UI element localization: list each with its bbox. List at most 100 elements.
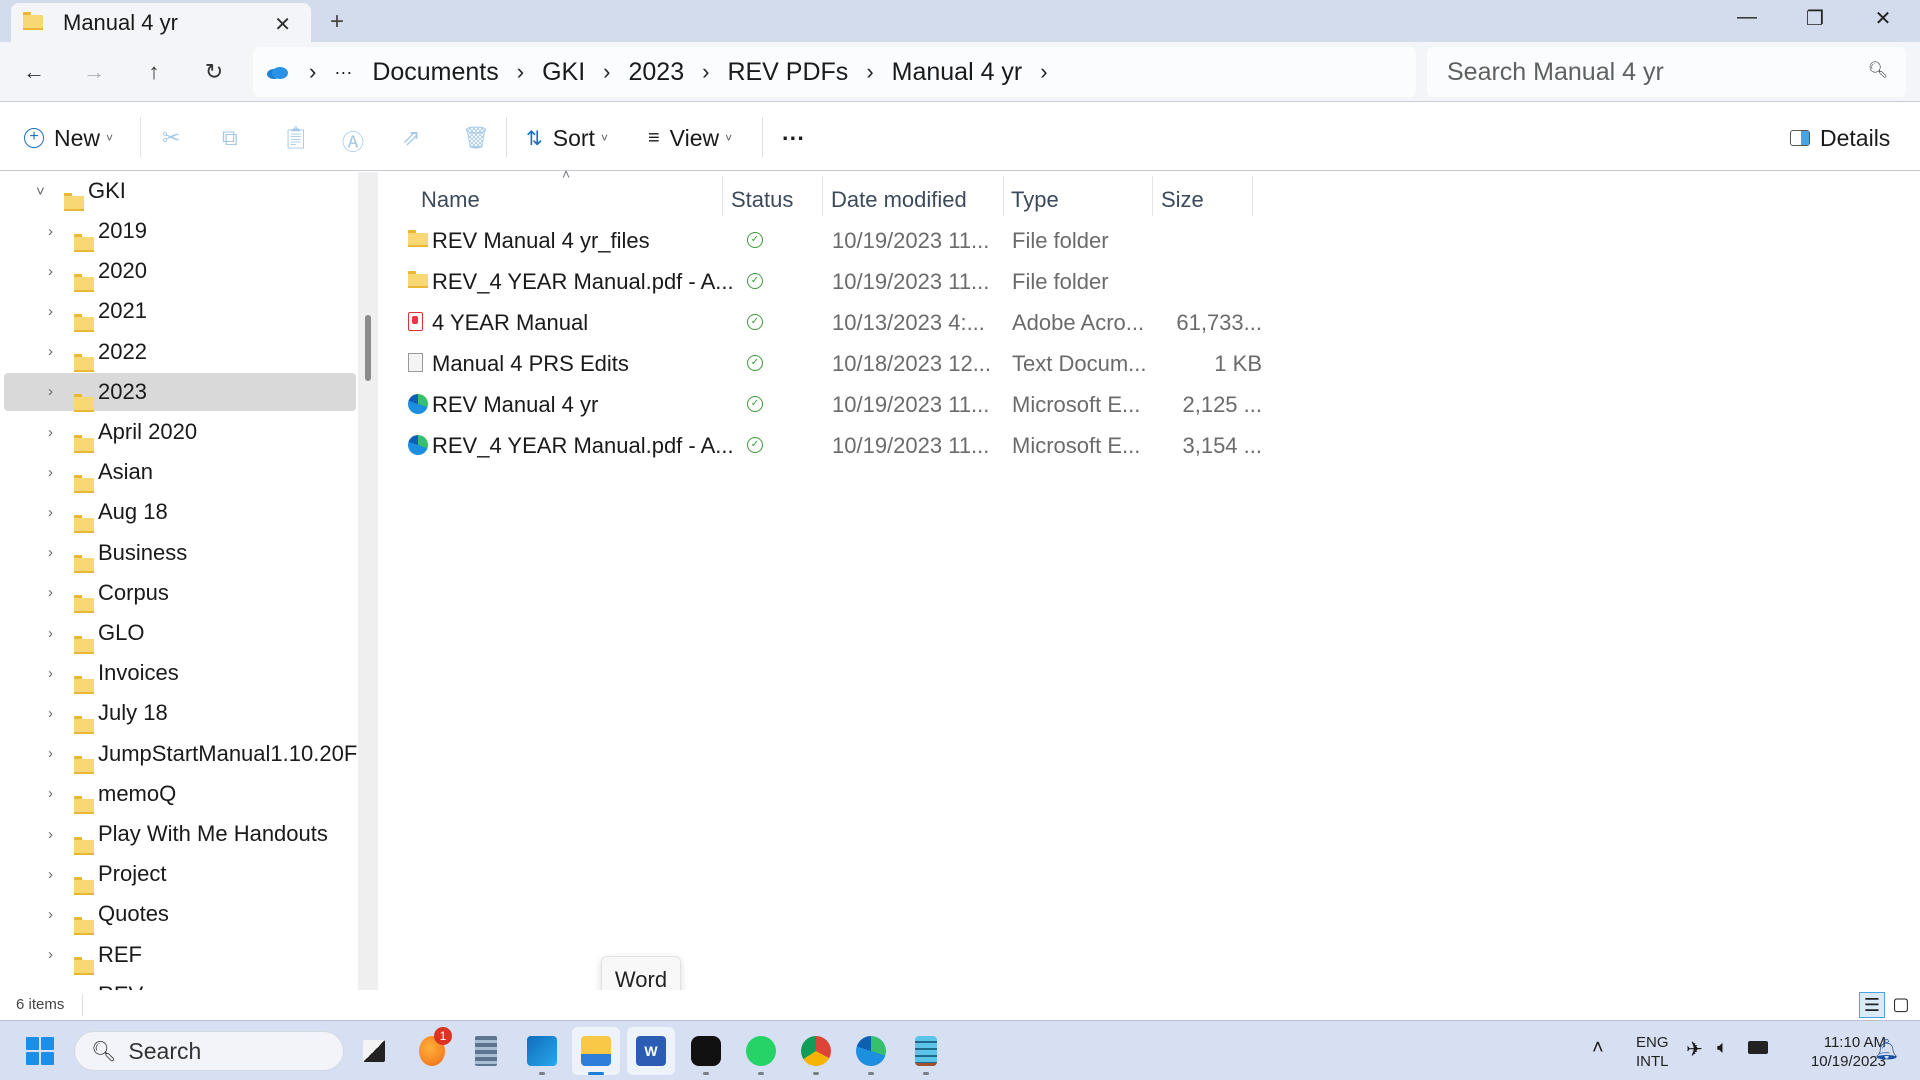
breadcrumb-gki[interactable]: GKI xyxy=(542,58,585,87)
column-divider[interactable] xyxy=(822,176,823,216)
system-clock[interactable]: 11:10 AM 10/19/2023 xyxy=(1776,1033,1886,1071)
tree-item[interactable]: › GLO xyxy=(4,614,356,654)
copy-icon[interactable]: ⧉ xyxy=(222,125,238,151)
close-window-button[interactable]: ✕ xyxy=(1858,6,1908,31)
address-bar[interactable]: › ··· Documents › GKI › 2023 › REV PDFs … xyxy=(253,47,1416,97)
tree-item[interactable]: › 2022 xyxy=(4,333,356,373)
chevron-right-icon[interactable]: › xyxy=(48,303,53,320)
language-indicator[interactable]: ENG INTL xyxy=(1636,1033,1669,1071)
tree-item[interactable]: › JumpStartManual1.10.20FIN xyxy=(4,735,358,775)
edge-app[interactable] xyxy=(847,1027,895,1075)
delete-icon[interactable]: 🗑︎ xyxy=(462,125,490,151)
new-button[interactable]: + New ˅ xyxy=(24,121,113,155)
search-icon[interactable]: 🔍︎ xyxy=(1868,60,1888,80)
view-button[interactable]: ≡ View ˅ xyxy=(648,121,732,155)
chevron-right-icon[interactable]: › xyxy=(48,906,53,923)
sidebar-scroll-thumb[interactable] xyxy=(365,315,371,381)
breadcrumb-documents[interactable]: Documents xyxy=(372,58,498,87)
tree-item[interactable]: › Project xyxy=(4,855,356,895)
column-header-size[interactable]: Size xyxy=(1161,182,1204,218)
column-header-type[interactable]: Type xyxy=(1011,182,1059,218)
tree-item[interactable]: › Business xyxy=(4,534,356,574)
back-arrow-icon[interactable]: ← xyxy=(18,56,50,88)
new-tab-icon[interactable]: + xyxy=(330,8,344,36)
file-row[interactable]: REV Manual 4 yr ✓ 10/19/2023 11... Microsof… xyxy=(400,386,1630,424)
forward-arrow-icon[interactable]: → xyxy=(78,56,110,88)
webex-app[interactable] xyxy=(682,1027,730,1075)
breadcrumb-2023[interactable]: 2023 xyxy=(629,58,685,87)
chevron-down-icon[interactable]: ˅ xyxy=(36,183,45,200)
chevron-right-icon[interactable]: › xyxy=(48,263,53,280)
refresh-icon[interactable]: ↻ xyxy=(198,56,230,88)
restore-button[interactable]: ❐ xyxy=(1790,6,1840,31)
chevron-right-icon[interactable]: › xyxy=(48,745,53,762)
tree-item[interactable]: › April 2020 xyxy=(4,413,356,453)
sidebar-scrollbar[interactable] xyxy=(358,172,378,990)
column-divider[interactable] xyxy=(1152,176,1153,216)
chevron-right-icon[interactable]: › xyxy=(48,464,53,481)
tree-item[interactable]: › Asian xyxy=(4,453,356,493)
column-header-date-modified[interactable]: Date modified xyxy=(831,182,967,218)
breadcrumb-manual-4-yr[interactable]: Manual 4 yr xyxy=(892,58,1023,87)
file-row[interactable]: Manual 4 PRS Edits ✓ 10/18/2023 12... Text … xyxy=(400,345,1630,383)
breadcrumb-chevron-icon[interactable]: › xyxy=(866,59,873,85)
calculator-app[interactable] xyxy=(462,1027,510,1075)
details-pane-button[interactable]: Details xyxy=(1790,121,1890,155)
tree-item[interactable]: › REF xyxy=(4,936,356,976)
chevron-right-icon[interactable]: › xyxy=(48,866,53,883)
breadcrumb-chevron-icon[interactable]: › xyxy=(1040,59,1047,85)
whatsapp-app[interactable] xyxy=(737,1027,785,1075)
large-icons-view-icon[interactable]: ▢ xyxy=(1888,992,1914,1018)
airplane-mode-icon[interactable]: ✈ xyxy=(1686,1037,1703,1062)
chevron-right-icon[interactable]: › xyxy=(48,544,53,561)
column-header-name[interactable]: Name xyxy=(421,182,480,218)
chevron-right-icon[interactable]: › xyxy=(48,223,53,240)
file-explorer-app[interactable] xyxy=(572,1027,620,1075)
close-tab-icon[interactable]: ✕ xyxy=(274,12,291,37)
file-row[interactable]: REV_4 YEAR Manual.pdf - A... ✓ 10/19/2023 … xyxy=(400,263,1630,301)
tree-item[interactable]: › Quotes xyxy=(4,895,356,935)
tree-item[interactable]: › Play With Me Handouts xyxy=(4,815,356,855)
breadcrumb-chevron-icon[interactable]: › xyxy=(309,59,316,85)
up-arrow-icon[interactable]: ↑ xyxy=(138,56,170,88)
file-row[interactable]: REV Manual 4 yr_files ✓ 10/19/2023 11... Fi… xyxy=(400,222,1630,260)
volume-icon[interactable]: 🔈︎ xyxy=(1717,1037,1728,1058)
breadcrumb-chevron-icon[interactable]: › xyxy=(702,59,709,85)
paste-icon[interactable]: 📋︎ xyxy=(282,125,310,151)
tree-item-gki[interactable]: ˅ GKI xyxy=(4,172,356,211)
tree-item[interactable]: › 2020 xyxy=(4,252,356,292)
tree-item[interactable]: › Corpus xyxy=(4,574,356,614)
chevron-right-icon[interactable]: › xyxy=(48,343,53,360)
file-row[interactable]: 4 YEAR Manual ✓ 10/13/2023 4:... Adobe Acro… xyxy=(400,304,1630,342)
details-view-icon[interactable]: ☰ xyxy=(1859,992,1885,1018)
search-input[interactable] xyxy=(1447,57,1847,87)
chevron-right-icon[interactable]: › xyxy=(48,826,53,843)
chevron-right-icon[interactable]: › xyxy=(48,785,53,802)
tree-item[interactable]: › Invoices xyxy=(4,654,356,694)
column-divider[interactable] xyxy=(722,176,723,216)
tree-item[interactable]: › Aug 18 xyxy=(4,493,356,533)
column-divider[interactable] xyxy=(1003,176,1004,216)
tree-item[interactable]: › 2023 xyxy=(4,372,356,413)
file-row[interactable]: REV_4 YEAR Manual.pdf - A... ✓ 10/19/2023 … xyxy=(400,427,1630,465)
word-app[interactable]: W xyxy=(627,1027,675,1075)
taskbar-search[interactable]: 🔍︎ Search xyxy=(74,1031,344,1071)
chevron-right-icon[interactable]: › xyxy=(48,705,53,722)
share-icon[interactable]: ⇗ xyxy=(402,125,420,151)
breadcrumb-chevron-icon[interactable]: › xyxy=(517,59,524,85)
breadcrumb-overflow[interactable]: ··· xyxy=(334,62,352,83)
orange-app[interactable]: 1 xyxy=(408,1027,456,1075)
chevron-right-icon[interactable]: › xyxy=(48,424,53,441)
chevron-right-icon[interactable]: › xyxy=(48,946,53,963)
sort-button[interactable]: ⇅ Sort ˅ xyxy=(526,121,608,155)
tree-item[interactable]: › 2019 xyxy=(4,212,356,252)
chevron-right-icon[interactable]: › xyxy=(48,383,53,400)
battery-icon[interactable] xyxy=(1748,1041,1768,1054)
column-header-status[interactable]: Status xyxy=(731,182,793,218)
column-divider[interactable] xyxy=(1252,176,1253,216)
tab-manual-4-yr[interactable]: Manual 4 yr ✕ xyxy=(11,3,311,42)
outlook-app[interactable] xyxy=(518,1027,566,1075)
show-hidden-icons-chevron[interactable]: ˄ xyxy=(1592,1037,1604,1060)
task-view-app[interactable] xyxy=(350,1027,398,1075)
tree-item[interactable]: ›REV xyxy=(4,976,356,990)
